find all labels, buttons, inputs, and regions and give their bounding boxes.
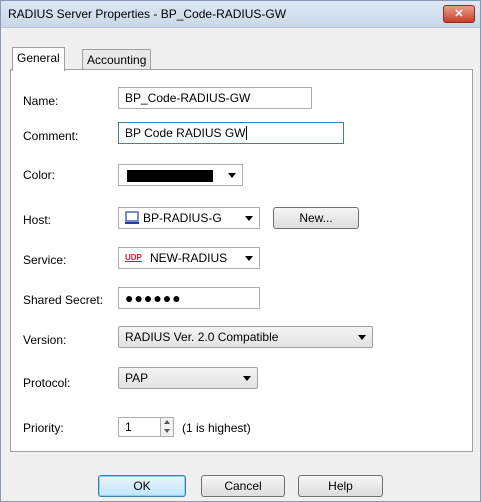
priority-label: Priority: [23,421,64,435]
service-value: NEW-RADIUS [150,251,228,265]
shared-secret-label: Shared Secret: [23,293,104,307]
help-button-label: Help [328,479,353,493]
name-input[interactable]: BP_Code-RADIUS-GW [118,87,312,109]
priority-value: 1 [125,420,132,434]
spin-up-icon[interactable] [164,420,170,424]
tab-accounting[interactable]: Accounting [82,49,152,70]
ok-button-label: OK [133,479,151,493]
cancel-button[interactable]: Cancel [201,475,285,497]
version-label: Version: [23,333,67,347]
chevron-down-icon [243,376,251,381]
cancel-button-label: Cancel [224,479,262,493]
comment-label: Comment: [23,129,79,143]
priority-input[interactable]: 1 [118,417,161,437]
host-object-icon [125,211,139,224]
host-label: Host: [23,213,52,227]
priority-hint: (1 is highest) [182,421,251,435]
title-bar[interactable]: RADIUS Server Properties - BP_Code-RADIU… [1,1,480,28]
color-dropdown[interactable] [118,164,243,186]
protocol-dropdown[interactable]: PAP [118,367,258,389]
text-caret [246,126,248,140]
close-icon: ✕ [454,8,464,20]
protocol-label: Protocol: [23,376,71,390]
shared-secret-masked-value: ●●●●●● [125,290,182,306]
version-value: RADIUS Ver. 2.0 Compatible [125,330,279,344]
comment-value: BP Code RADIUS GW [125,126,246,140]
version-dropdown[interactable]: RADIUS Ver. 2.0 Compatible [118,326,373,348]
chevron-down-icon [245,256,253,261]
name-label: Name: [23,94,59,108]
udp-service-icon: UDP [125,253,142,262]
help-button[interactable]: Help [298,475,383,497]
color-swatch [127,170,213,182]
new-host-button-label: New... [299,211,333,225]
close-button[interactable]: ✕ [443,5,475,23]
host-value: BP-RADIUS-G [143,211,222,225]
color-label: Color: [23,168,56,182]
protocol-value: PAP [125,371,149,385]
ok-button[interactable]: OK [98,475,186,497]
chevron-down-icon [228,173,236,178]
priority-spinner[interactable] [160,417,174,437]
service-label: Service: [23,253,67,267]
service-dropdown[interactable]: UDP NEW-RADIUS [118,247,260,269]
tab-general[interactable]: General [12,47,65,71]
comment-input[interactable]: BP Code RADIUS GW [118,122,344,144]
chevron-down-icon [358,335,366,340]
tab-general-label: General [17,51,60,65]
spin-down-icon[interactable] [164,429,170,433]
name-value: BP_Code-RADIUS-GW [125,91,251,105]
window-title: RADIUS Server Properties - BP_Code-RADIU… [8,7,287,21]
tab-accounting-label: Accounting [87,53,147,67]
host-dropdown[interactable]: BP-RADIUS-G [118,207,260,229]
radius-server-properties-dialog: RADIUS Server Properties - BP_Code-RADIU… [0,0,481,502]
chevron-down-icon [245,216,253,221]
shared-secret-input[interactable]: ●●●●●● [118,287,260,309]
new-host-button[interactable]: New... [273,207,359,229]
